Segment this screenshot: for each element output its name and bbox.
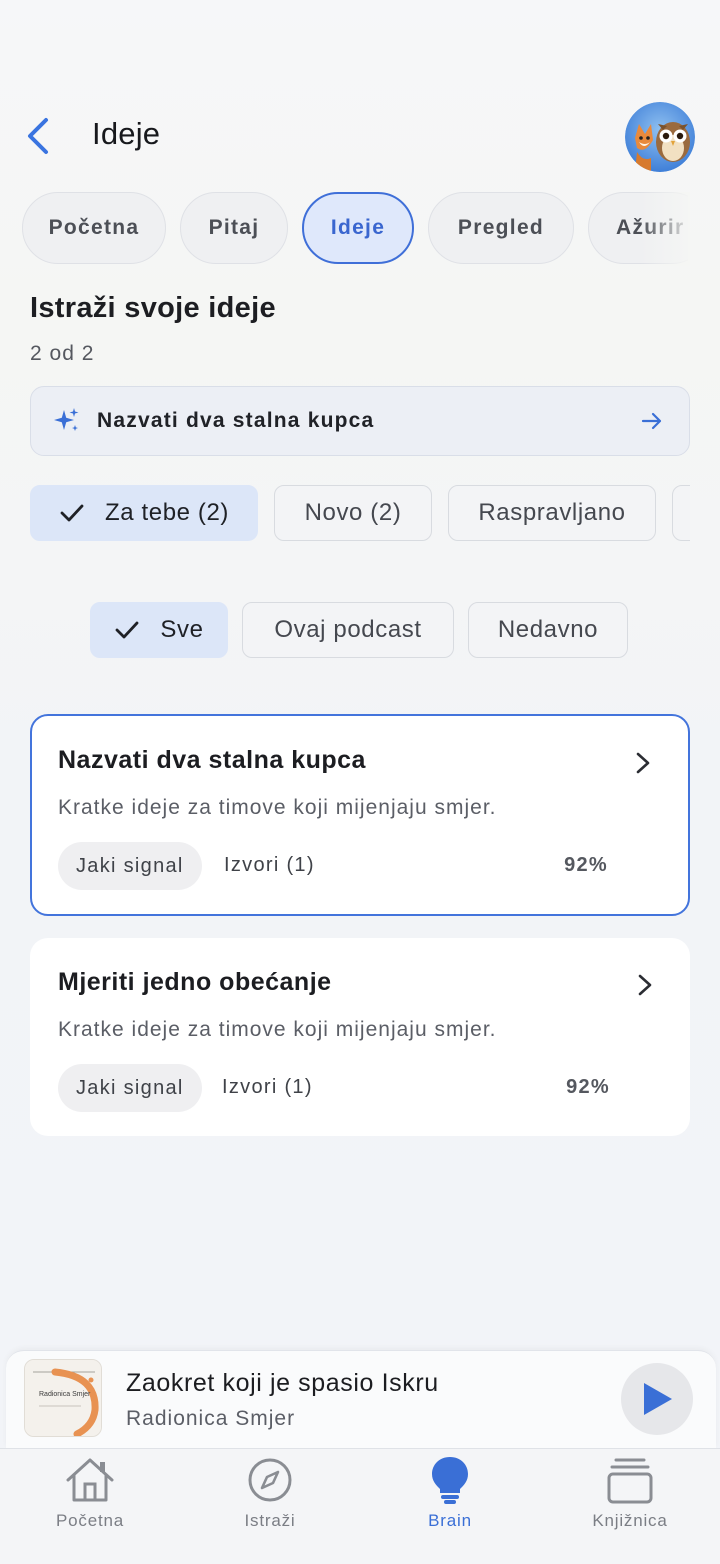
sparkle-icon [54, 408, 79, 431]
arrow-right-icon [641, 412, 662, 430]
suggested-idea-text: Nazvati dva stalna kupca [97, 409, 375, 432]
scope-nedavno[interactable]: Nedavno [468, 602, 628, 658]
tab-label: Pitaj [208, 216, 260, 239]
nav-knjiznica[interactable]: Knjižnica [560, 1455, 700, 1535]
filter-za-tebe[interactable]: Za tebe (2) [30, 485, 258, 541]
nav-istrazi[interactable]: Istraži [200, 1455, 340, 1535]
chip-label: Novo (2) [304, 499, 402, 526]
scope-sve[interactable]: Sve [90, 602, 228, 658]
tab-azuriranja[interactable]: Ažurir [588, 192, 688, 264]
idea-count: 2 od 2 [30, 342, 95, 365]
idea-card[interactable]: Nazvati dva stalna kupca Kratke ideje za… [30, 714, 690, 916]
tab-label: Početna [48, 216, 140, 239]
signal-badge: Jaki signal [58, 842, 202, 890]
tab-pregled[interactable]: Pregled [428, 192, 574, 264]
tab-label: Pregled [457, 216, 545, 239]
scope-ovaj-podcast[interactable]: Ovaj podcast [242, 602, 454, 658]
nav-brain[interactable]: Brain [380, 1455, 520, 1535]
tab-ideje[interactable]: Ideje [302, 192, 414, 264]
scope-chips: Sve Ovaj podcast Nedavno [90, 602, 628, 658]
chip-label: Sve [160, 616, 204, 643]
idea-title: Mjeriti jedno obećanje [58, 968, 332, 996]
now-playing-title: Zaokret koji je spasio Iskru [126, 1369, 439, 1397]
bottom-navigation: Početna Istraži Brain Knjižnica [0, 1448, 720, 1564]
nav-pocetna[interactable]: Početna [20, 1455, 160, 1535]
nav-label: Brain [428, 1511, 472, 1530]
fox-owl-avatar-icon [625, 102, 695, 172]
nav-label: Istraži [244, 1511, 296, 1530]
compass-icon [248, 1458, 292, 1502]
back-button[interactable] [18, 114, 58, 158]
chip-label: Ovaj podcast [274, 616, 422, 643]
sources-count[interactable]: Izvori (1) [222, 1076, 313, 1099]
nav-label: Početna [56, 1511, 124, 1530]
suggested-idea-banner[interactable]: Nazvati dva stalna kupca [30, 386, 690, 456]
chevron-right-icon [638, 974, 652, 996]
tab-pocetna[interactable]: Početna [22, 192, 166, 264]
home-icon [66, 1458, 114, 1502]
podcast-cover: Radionica Smjer [24, 1359, 102, 1437]
chip-label: Raspravljano [478, 499, 626, 526]
cover-title: Radionica Smjer [39, 1391, 91, 1398]
mini-player[interactable]: Radionica Smjer Zaokret koji je spasio I… [6, 1350, 716, 1448]
tab-label: Ažurir [616, 216, 685, 239]
chevron-right-icon [636, 752, 650, 774]
filter-chips: Za tebe (2) Novo (2) Raspravljano [30, 485, 690, 543]
check-icon [60, 504, 84, 522]
lightbulb-icon [432, 1457, 468, 1504]
tab-pitaj[interactable]: Pitaj [180, 192, 288, 264]
idea-score: 92% [564, 854, 608, 876]
play-icon [644, 1383, 672, 1415]
chevron-left-icon [28, 118, 48, 154]
signal-badge: Jaki signal [58, 1064, 202, 1112]
filter-more[interactable] [672, 485, 690, 541]
now-playing-show: Radionica Smjer [126, 1407, 296, 1430]
check-icon [116, 621, 139, 639]
idea-description: Kratke ideje za timove koji mijenjaju sm… [58, 796, 497, 819]
filter-raspravljano[interactable]: Raspravljano [448, 485, 656, 541]
tab-label: Ideje [330, 216, 386, 239]
avatar[interactable] [625, 102, 695, 172]
idea-card[interactable]: Mjeriti jedno obećanje Kratke ideje za t… [30, 938, 690, 1136]
chip-label: Nedavno [497, 616, 599, 643]
idea-title: Nazvati dva stalna kupca [58, 746, 366, 774]
idea-description: Kratke ideje za timove koji mijenjaju sm… [58, 1018, 497, 1041]
play-button[interactable] [621, 1363, 693, 1435]
section-title: Istraži svoje ideje [30, 292, 276, 324]
sources-count[interactable]: Izvori (1) [224, 854, 315, 877]
cover-art-icon: Radionica Smjer [25, 1360, 101, 1436]
idea-score: 92% [566, 1076, 610, 1098]
filter-novo[interactable]: Novo (2) [274, 485, 432, 541]
nav-label: Knjižnica [592, 1511, 668, 1530]
page-title: Ideje [92, 116, 161, 151]
library-icon [607, 1458, 653, 1504]
chip-label: Za tebe (2) [105, 499, 229, 526]
section-tabs: Početna Pitaj Ideje Pregled Ažurir [22, 192, 688, 266]
